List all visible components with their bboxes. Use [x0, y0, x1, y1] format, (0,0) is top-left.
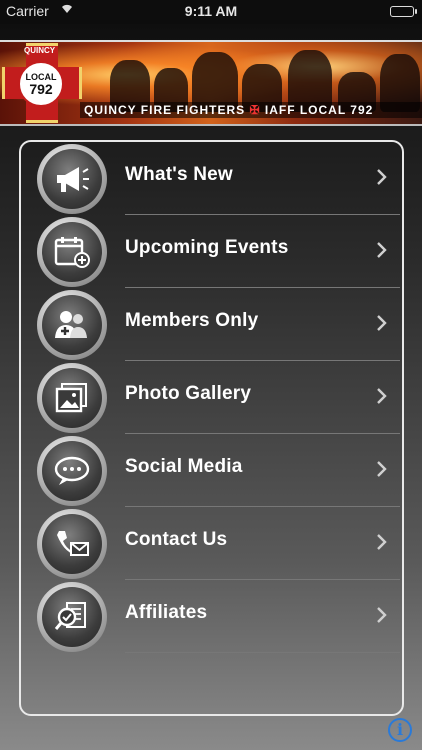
menu-item-label: Members Only	[125, 310, 259, 331]
photo-icon	[37, 363, 107, 433]
status-time: 9:11 AM	[184, 3, 238, 19]
battery-icon	[390, 6, 417, 17]
status-bar: Carrier 9:11 AM	[0, 0, 422, 24]
menu-item-label: Photo Gallery	[125, 383, 252, 404]
info-button[interactable]: i	[388, 718, 412, 742]
menu-item-contact-us[interactable]: Contact Us	[21, 507, 402, 580]
phone-mail-icon	[37, 509, 107, 579]
calendar-icon	[37, 217, 107, 287]
menu-item-label: Social Media	[125, 456, 243, 477]
chevron-right-icon	[377, 242, 387, 258]
menu-item-social-media[interactable]: Social Media	[21, 434, 402, 507]
logo-badge: LOCAL 792	[18, 61, 64, 107]
menu-item-affiliates[interactable]: Affiliates	[21, 580, 402, 653]
logo-line2: 792	[29, 80, 53, 97]
megaphone-icon	[37, 144, 107, 214]
chevron-right-icon	[377, 169, 387, 185]
banner-tagline-left: QUINCY FIRE FIGHTERS	[84, 103, 246, 117]
menu-item-label: Upcoming Events	[125, 237, 289, 258]
chevron-right-icon	[377, 388, 387, 404]
chat-bubbles-icon	[37, 436, 107, 506]
banner-tagline-right: IAFF LOCAL 792	[264, 103, 374, 117]
magnifier-document-icon	[37, 582, 107, 652]
menu-item-label: What's New	[125, 164, 233, 185]
members-icon	[37, 290, 107, 360]
chevron-right-icon	[377, 607, 387, 623]
main-menu: What's New Upcoming Events Members Only …	[19, 140, 404, 716]
menu-item-whats-new[interactable]: What's New	[21, 142, 402, 215]
menu-item-photo-gallery[interactable]: Photo Gallery	[21, 361, 402, 434]
chevron-right-icon	[377, 461, 387, 477]
menu-item-label: Contact Us	[125, 529, 228, 550]
menu-item-members-only[interactable]: Members Only	[21, 288, 402, 361]
header-banner: QUINCY LOCAL 792 QUINCY FIRE FIGHTERS ✠ …	[0, 40, 422, 126]
chevron-right-icon	[377, 315, 387, 331]
menu-item-label: Affiliates	[125, 602, 208, 623]
banner-tagline: QUINCY FIRE FIGHTERS ✠ IAFF LOCAL 792	[80, 102, 422, 118]
maltese-cross-icon: ✠	[249, 103, 265, 117]
logo-top-text: QUINCY	[24, 46, 56, 55]
chevron-right-icon	[377, 534, 387, 550]
menu-item-upcoming-events[interactable]: Upcoming Events	[21, 215, 402, 288]
